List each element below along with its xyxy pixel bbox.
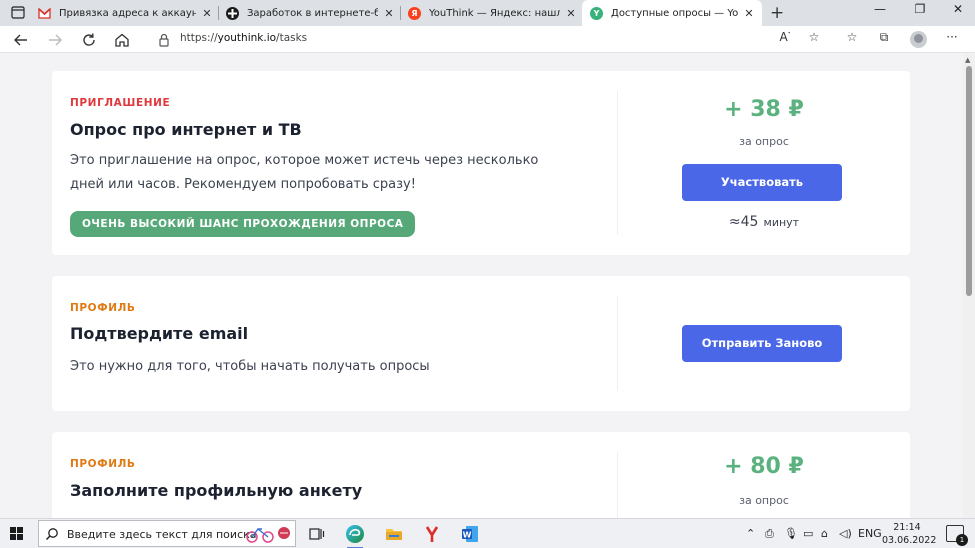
- task-card-invitation: ПРИГЛАШЕНИЕ Опрос про интернет и ТВ Это …: [52, 71, 910, 255]
- windows-start-icon[interactable]: [10, 527, 24, 541]
- edge-app-icon[interactable]: [344, 523, 366, 548]
- notification-center-icon[interactable]: 1: [946, 525, 968, 546]
- minimize-icon[interactable]: —: [865, 2, 895, 16]
- task-tag: ПРОФИЛЬ: [70, 458, 136, 470]
- maximize-icon[interactable]: ❐: [905, 2, 935, 16]
- survey-duration: ≈45 минут: [618, 211, 910, 230]
- tab-actions-icon[interactable]: [8, 4, 28, 22]
- reward-caption: за опрос: [739, 135, 789, 148]
- close-tab-icon[interactable]: ✕: [200, 7, 214, 20]
- tab-title: Заработок в интернете-буксы|р: [247, 7, 378, 19]
- tab-title: Привязка адреса к аккаунту на: [59, 7, 196, 19]
- tab-separator: [218, 6, 219, 20]
- youthink-icon: Y: [590, 6, 603, 20]
- more-options-icon[interactable]: ···: [942, 30, 962, 50]
- browser-tab-yandex[interactable]: Я YouThink — Яндекс: нашлось 2 ✕: [408, 2, 578, 24]
- lock-icon[interactable]: [155, 31, 173, 49]
- page-scrollbar[interactable]: ▲: [963, 54, 975, 518]
- favorites-icon[interactable]: ☆: [842, 30, 862, 50]
- show-hidden-icons-icon[interactable]: ⌃: [746, 527, 755, 540]
- url-path: /tasks: [276, 32, 308, 44]
- add-favorite-icon[interactable]: ☆: [804, 30, 824, 50]
- url-host: youthink.io: [217, 32, 277, 44]
- reward-amount: + 80 ₽: [724, 454, 804, 479]
- taskbar-search[interactable]: Введите здесь текст для поиска: [38, 520, 296, 547]
- close-tab-icon[interactable]: ✕: [742, 7, 756, 20]
- gmail-icon: [38, 7, 51, 20]
- address-bar[interactable]: https://youthink.io/tasks: [180, 32, 307, 44]
- close-window-icon[interactable]: ✕: [943, 2, 973, 16]
- chance-badge: ОЧЕНЬ ВЫСОКИЙ ШАНС ПРОХОЖДЕНИЯ ОПРОСА: [70, 211, 416, 237]
- profile-avatar[interactable]: [910, 31, 927, 48]
- task-description: Это приглашение на опрос, которое может …: [70, 153, 539, 192]
- task-title: Подтвердите email: [70, 324, 249, 343]
- task-tag: ПРОФИЛЬ: [70, 302, 136, 314]
- reward-amount: + 38 ₽: [724, 97, 804, 122]
- search-icon: [45, 526, 59, 541]
- task-tag: ПРИГЛАШЕНИЕ: [70, 97, 171, 109]
- resend-button[interactable]: Отправить Заново: [682, 325, 842, 362]
- scrollbar-thumb[interactable]: [966, 66, 972, 296]
- yandex-browser-icon[interactable]: [421, 523, 443, 545]
- clock-date: 03.06.2022: [882, 535, 937, 546]
- browser-toolbar: https://youthink.io/tasks Aᐩ ☆ ☆ ⧉ ···: [0, 26, 975, 53]
- url-prefix: https://: [180, 32, 218, 44]
- task-title: Заполните профильную анкету: [70, 481, 363, 500]
- yandex-icon: Я: [408, 6, 421, 20]
- read-aloud-icon[interactable]: Aᐩ: [775, 30, 795, 50]
- task-view-icon[interactable]: [306, 523, 328, 545]
- volume-icon[interactable]: ◁): [839, 527, 852, 540]
- duration-value: ≈45: [728, 214, 759, 230]
- word-app-icon[interactable]: W: [459, 523, 481, 545]
- browser-tab-earnings[interactable]: Заработок в интернете-буксы|р ✕: [226, 2, 396, 24]
- bicycle-doodle-icon: [244, 524, 294, 544]
- meet-now-icon[interactable]: ⎙: [765, 527, 774, 541]
- clock-time: 21:14: [893, 522, 921, 533]
- task-card-profile-form: ПРОФИЛЬ Заполните профильную анкету + 80…: [52, 432, 910, 518]
- microphone-icon[interactable]: 🎙: [784, 527, 798, 540]
- forward-icon[interactable]: [46, 31, 64, 49]
- tab-title: YouThink — Яндекс: нашлось 2: [429, 7, 560, 19]
- file-explorer-icon[interactable]: [383, 523, 405, 545]
- browser-tab-gmail[interactable]: Привязка адреса к аккаунту на ✕: [38, 2, 214, 24]
- battery-icon[interactable]: ▭: [803, 527, 813, 540]
- network-icon[interactable]: ⌂: [821, 527, 828, 540]
- new-tab-icon[interactable]: +: [770, 3, 784, 23]
- language-indicator[interactable]: ENG: [858, 527, 882, 540]
- browser-tab-strip: Привязка адреса к аккаунту на ✕ Заработо…: [0, 0, 975, 26]
- back-icon[interactable]: [12, 31, 30, 49]
- refresh-icon[interactable]: [80, 31, 98, 49]
- system-clock[interactable]: 21:14 03.06.2022: [882, 521, 937, 547]
- close-tab-icon[interactable]: ✕: [564, 7, 578, 20]
- browser-tab-youthink[interactable]: Y Доступные опросы — YouThink ✕: [582, 0, 762, 26]
- tab-title: Доступные опросы — YouThink: [611, 7, 738, 19]
- notification-count: 1: [956, 534, 968, 546]
- tab-separator: [400, 6, 401, 20]
- scroll-up-icon[interactable]: ▲: [965, 56, 970, 64]
- collections-icon[interactable]: ⧉: [874, 30, 894, 50]
- duration-unit: минут: [763, 216, 800, 229]
- tasks-page: ПРИГЛАШЕНИЕ Опрос про интернет и ТВ Это …: [0, 54, 963, 518]
- task-title: Опрос про интернет и ТВ: [70, 120, 302, 139]
- participate-button[interactable]: Участвовать: [682, 164, 842, 201]
- close-tab-icon[interactable]: ✕: [382, 7, 396, 20]
- task-card-confirm-email: ПРОФИЛЬ Подтвердите email Это нужно для …: [52, 276, 910, 411]
- windows-taskbar: Введите здесь текст для поиска W ⌃ ⎙ 🎙 ▭…: [0, 518, 975, 548]
- search-placeholder: Введите здесь текст для поиска: [67, 528, 257, 541]
- task-description: Это нужно для того, чтобы начать получат…: [70, 359, 430, 374]
- reward-caption: за опрос: [739, 494, 789, 507]
- site-icon: [226, 6, 239, 20]
- svg-text:W: W: [463, 531, 472, 540]
- card-divider: [617, 296, 618, 391]
- home-icon[interactable]: [113, 31, 131, 49]
